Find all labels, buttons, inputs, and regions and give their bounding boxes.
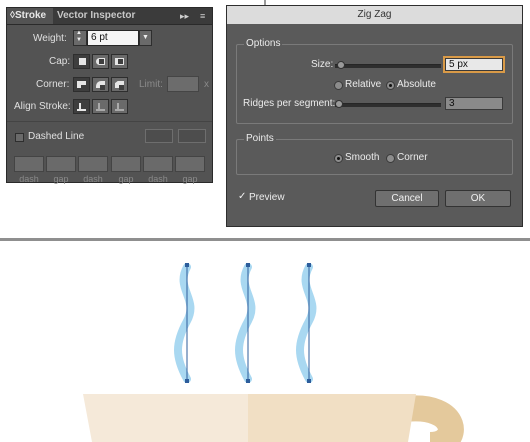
dialog-title: Zig Zag — [227, 6, 522, 24]
butt-cap-icon[interactable] — [73, 54, 90, 69]
limit-suffix: x — [204, 79, 209, 90]
ridges-input[interactable]: 3 — [445, 97, 503, 110]
round-join-icon[interactable] — [92, 77, 109, 92]
align-center-icon[interactable] — [73, 99, 90, 114]
miter-join-icon[interactable] — [73, 77, 90, 92]
weight-dropdown-icon[interactable]: ▼ — [139, 30, 152, 46]
projecting-cap-icon[interactable] — [111, 54, 128, 69]
absolute-label: Absolute — [397, 79, 436, 90]
dashed-line-checkbox[interactable] — [15, 133, 24, 142]
steam-wave — [174, 263, 195, 383]
weight-input[interactable]: 6 pt — [87, 30, 139, 46]
size-slider[interactable] — [335, 64, 441, 68]
coffee-cup-illustration — [83, 263, 464, 442]
limit-label: Limit: — [139, 79, 163, 90]
selection-paths — [185, 263, 311, 383]
corner-radio[interactable] — [386, 154, 395, 163]
weight-stepper[interactable]: ▲ ▼ — [73, 30, 87, 46]
stepper-up-icon[interactable]: ▲ — [76, 30, 82, 36]
limit-input[interactable] — [167, 76, 199, 92]
options-group-title: Options — [244, 38, 283, 49]
tab-stroke[interactable]: ◊Stroke — [7, 8, 53, 24]
preserve-dash-icon[interactable] — [145, 129, 173, 143]
weight-label: Weight: — [33, 33, 67, 44]
ridges-slider-thumb[interactable] — [335, 100, 343, 108]
round-cap-icon[interactable] — [92, 54, 109, 69]
dash-label: dash — [83, 174, 103, 184]
corner-label: Corner — [397, 152, 428, 163]
dashed-line-label: Dashed Line — [28, 131, 85, 142]
bevel-join-icon[interactable] — [111, 77, 128, 92]
zigzag-dialog: Zig Zag Options Size: 5 px Relative Abso… — [226, 5, 523, 227]
preview-checkmark-icon[interactable]: ✓ — [238, 191, 246, 203]
smooth-radio[interactable] — [334, 154, 343, 163]
cup-body-right — [248, 394, 416, 442]
align-inside-icon[interactable] — [92, 99, 109, 114]
align-stroke-label: Align Stroke: — [14, 101, 71, 112]
gap-label: gap — [182, 174, 198, 184]
cup-body-left — [83, 394, 248, 442]
dash-label: dash — [148, 174, 168, 184]
gap-label: gap — [53, 174, 69, 184]
dash-label: dash — [19, 174, 39, 184]
dash-field-3[interactable] — [143, 156, 173, 172]
smooth-label: Smooth — [345, 152, 380, 163]
size-input[interactable]: 5 px — [443, 56, 505, 73]
panel-tab-bar: ◊Stroke Vector Inspector ▸▸ ≡ — [7, 8, 212, 25]
panel-menu-icon[interactable]: ≡ — [200, 10, 205, 22]
panel-divider — [7, 121, 212, 122]
preview-label: Preview — [249, 192, 285, 203]
gap-field-2[interactable] — [111, 156, 141, 172]
ridges-label: Ridges per segment: — [243, 98, 336, 109]
relative-label: Relative — [345, 79, 382, 90]
tab-vector-inspector[interactable]: Vector Inspector — [57, 8, 135, 24]
size-label: Size: — [311, 59, 334, 70]
align-outside-icon[interactable] — [111, 99, 128, 114]
dash-field-2[interactable] — [78, 156, 108, 172]
coffee-cup — [83, 394, 464, 442]
stepper-down-icon[interactable]: ▼ — [76, 37, 82, 43]
align-dash-icon[interactable] — [178, 129, 206, 143]
steam-lines — [174, 263, 317, 383]
corner-label: Corner: — [36, 79, 70, 90]
steam-wave — [296, 263, 317, 383]
relative-radio[interactable] — [334, 81, 343, 90]
points-group-title: Points — [244, 133, 276, 144]
steam-wave — [235, 263, 256, 383]
ok-button[interactable]: OK — [445, 190, 511, 207]
size-slider-thumb[interactable] — [337, 61, 345, 69]
cancel-button[interactable]: Cancel — [375, 190, 439, 207]
dash-field-1[interactable] — [14, 156, 44, 172]
stroke-panel: ◊Stroke Vector Inspector ▸▸ ≡ Weight: ▲ … — [6, 7, 213, 184]
gap-field-1[interactable] — [46, 156, 76, 172]
gap-field-3[interactable] — [175, 156, 205, 172]
gap-label: gap — [118, 174, 134, 184]
cap-label: Cap: — [49, 56, 71, 67]
absolute-radio[interactable] — [386, 81, 395, 90]
ridges-slider[interactable] — [335, 103, 441, 107]
collapse-panel-icon[interactable]: ▸▸ — [180, 10, 189, 22]
